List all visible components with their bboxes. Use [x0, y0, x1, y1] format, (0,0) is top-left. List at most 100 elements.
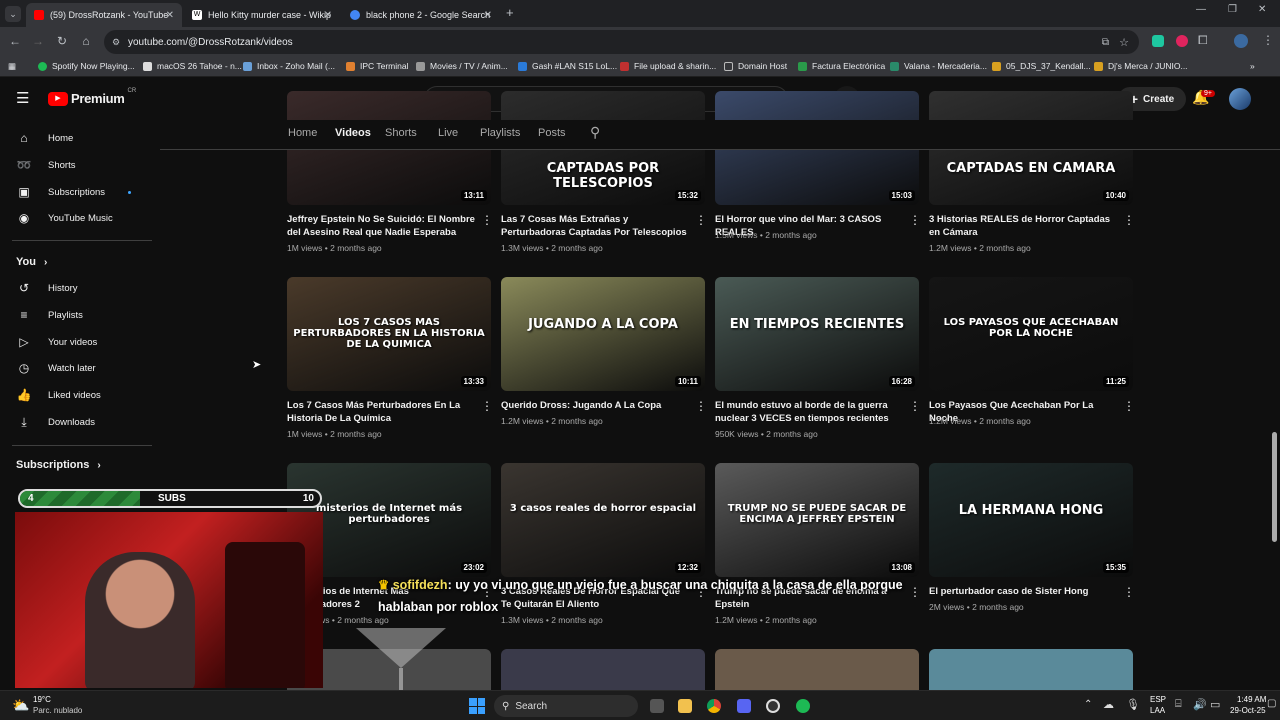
video-thumbnail[interactable]: 3 casos reales de horror espacial 12:32: [501, 463, 705, 577]
search-icon: ⚲: [502, 700, 510, 712]
video-thumbnail[interactable]: JUGANDO A LA COPA 10:11: [501, 277, 705, 391]
subs-goal-bar: 4 SUBS 10: [18, 489, 322, 508]
tab-playlists[interactable]: Playlists: [480, 127, 520, 139]
video-thumbnail[interactable]: TRUMP NO SE PUEDE SACAR DE ENCIMA A JEFF…: [715, 463, 919, 577]
notification-center-icon[interactable]: ▢: [1267, 698, 1276, 709]
thumbnail-text: EN TIEMPOS RECIENTES: [729, 317, 905, 332]
tab-home[interactable]: Home: [288, 127, 317, 139]
more-actions-icon[interactable]: ⋮: [481, 399, 493, 413]
thumbnail-text: LOS 7 CASOS MAS PERTURBADORES EN LA HIST…: [293, 317, 485, 350]
video-title[interactable]: Los 7 Casos Más Perturbadores En La Hist…: [287, 399, 475, 425]
more-actions-icon[interactable]: ⋮: [1123, 585, 1135, 599]
upload-age: 2 months ago: [979, 416, 1031, 426]
spotify-icon[interactable]: [796, 699, 810, 713]
video-meta: 950K views • 2 months ago: [715, 429, 818, 439]
video-title[interactable]: Las 7 Cosas Más Extrañas y Perturbadoras…: [501, 213, 689, 239]
video-card[interactable]: LOS 7 CASOS MAS PERTURBADORES EN LA HIST…: [287, 277, 493, 457]
video-duration: 15:32: [674, 190, 701, 201]
language-top[interactable]: ESP: [1150, 695, 1166, 704]
tab-posts[interactable]: Posts: [538, 127, 566, 139]
video-card[interactable]: CAPTADAS POR TELESCOPIOS 15:32 Las 7 Cosas…: [501, 91, 707, 271]
discord-icon[interactable]: [737, 699, 751, 713]
video-title[interactable]: Querido Dross: Jugando A La Copa: [501, 399, 689, 412]
windows-taskbar: ⛅ 19°C Parc. nublado ⚲ Search ⌃ ☁ 🎙 ESP L…: [0, 690, 1280, 720]
more-actions-icon[interactable]: ⋮: [695, 213, 707, 227]
video-duration: 13:11: [460, 190, 487, 201]
subs-goal-current: 4: [28, 493, 34, 504]
chat-text: : uy yo vi uno que un viejo fue a buscar…: [378, 578, 903, 614]
video-card[interactable]: 13:11 Jeffrey Epstein No Se Suicidó: El N…: [287, 91, 493, 271]
upload-age: 2 months ago: [330, 429, 382, 439]
video-duration: 13:08: [888, 562, 915, 573]
video-meta: 1.2M views • 2 months ago: [501, 416, 603, 426]
view-count: 1.3M views: [501, 243, 544, 253]
volume-icon[interactable]: 🔊: [1193, 698, 1207, 711]
thumbnail-text: LOS PAYASOS QUE ACECHABAN POR LA NOCHE: [943, 317, 1119, 339]
tab-shorts[interactable]: Shorts: [385, 127, 417, 139]
more-actions-icon[interactable]: ⋮: [1123, 213, 1135, 227]
more-actions-icon[interactable]: ⋮: [481, 213, 493, 227]
video-card[interactable]: JUGANDO A LA COPA 10:11 Querido Dross: Jug…: [501, 277, 707, 457]
video-duration: 12:32: [674, 562, 701, 573]
thumbnail-text: TRUMP NO SE PUEDE SACAR DE ENCIMA A JEFF…: [727, 503, 907, 525]
battery-icon[interactable]: ▭: [1210, 698, 1220, 711]
subs-goal-target: 10: [302, 493, 314, 504]
view-count: 1.2M views: [501, 416, 544, 426]
video-title[interactable]: 3 Historias REALES de Horror Captadas en…: [929, 213, 1117, 239]
video-meta: 1.3M views • 2 months ago: [501, 243, 603, 253]
video-card[interactable]: LA HERMANA HONG 15:35 El perturbador caso …: [929, 463, 1135, 643]
thumbnail-text: LA HERMANA HONG: [958, 503, 1104, 518]
video-card[interactable]: CAPTADAS EN CAMARA 10:40 3 Historias REALE…: [929, 91, 1135, 271]
more-actions-icon[interactable]: ⋮: [909, 585, 921, 599]
video-thumbnail[interactable]: [929, 649, 1133, 690]
tray-overflow-icon[interactable]: ⌃: [1084, 699, 1092, 710]
video-card[interactable]: EN TIEMPOS RECIENTES 16:28 El mundo estuvo…: [715, 277, 921, 457]
video-card[interactable]: 15:03 El Horror que vino del Mar: 3 CASOS…: [715, 91, 921, 271]
video-duration: 16:28: [888, 376, 915, 387]
video-title[interactable]: El perturbador caso de Sister Hong: [929, 585, 1117, 598]
weather-icon[interactable]: ⛅: [12, 697, 29, 714]
channel-search-icon[interactable]: ⚲: [590, 124, 600, 141]
more-actions-icon[interactable]: ⋮: [909, 399, 921, 413]
video-meta: 1M views • 2 months ago: [287, 429, 382, 439]
language-bottom: LAA: [1150, 706, 1166, 715]
video-meta: 1.2M views • 2 months ago: [929, 243, 1031, 253]
video-thumbnail[interactable]: EN TIEMPOS RECIENTES 16:28: [715, 277, 919, 391]
weather-desc: Parc. nublado: [33, 706, 83, 715]
taskbar-search[interactable]: ⚲ Search: [494, 695, 638, 717]
page-scrollbar[interactable]: [1272, 432, 1277, 542]
video-thumbnail[interactable]: [501, 649, 705, 690]
onedrive-icon[interactable]: ☁: [1103, 698, 1114, 711]
mic-tray-icon[interactable]: 🎙: [1126, 698, 1140, 711]
task-view-icon[interactable]: [650, 699, 664, 713]
more-actions-icon[interactable]: ⋮: [695, 399, 707, 413]
more-actions-icon[interactable]: ⋮: [909, 213, 921, 227]
video-duration: 13:33: [460, 376, 487, 387]
video-duration: 11:25: [1102, 376, 1129, 387]
video-title[interactable]: Jeffrey Epstein No Se Suicidó: El Nombre…: [287, 213, 475, 239]
network-icon[interactable]: ⌸: [1175, 698, 1182, 711]
file-explorer-icon[interactable]: [678, 699, 692, 713]
video-title[interactable]: El mundo estuvo al borde de la guerra nu…: [715, 399, 903, 425]
chrome-icon[interactable]: [707, 699, 721, 713]
obs-icon[interactable]: [766, 699, 780, 713]
clock-date: 29-Oct-25: [1230, 706, 1266, 715]
weather-temp: 19°C: [33, 695, 51, 704]
video-meta: 1M views • 2 months ago: [287, 243, 382, 253]
upload-age: 2 months ago: [330, 243, 382, 253]
upload-age: 2 months ago: [766, 429, 818, 439]
video-thumbnail[interactable]: LA HERMANA HONG 15:35: [929, 463, 1133, 577]
start-button[interactable]: [469, 698, 485, 714]
video-duration: 10:40: [1102, 190, 1129, 201]
tab-videos[interactable]: Videos: [335, 127, 371, 139]
view-count: 1.2M views: [929, 416, 972, 426]
chat-username: sofifdezh: [392, 578, 448, 592]
tab-live[interactable]: Live: [438, 127, 458, 139]
more-actions-icon[interactable]: ⋮: [1123, 399, 1135, 413]
video-thumbnail[interactable]: [715, 649, 919, 690]
video-card[interactable]: LOS PAYASOS QUE ACECHABAN POR LA NOCHE 11…: [929, 277, 1135, 457]
clock-time[interactable]: 1:49 AM: [1237, 695, 1266, 704]
video-duration: 15:35: [1102, 562, 1129, 573]
video-thumbnail[interactable]: LOS 7 CASOS MAS PERTURBADORES EN LA HIST…: [287, 277, 491, 391]
video-thumbnail[interactable]: LOS PAYASOS QUE ACECHABAN POR LA NOCHE 11…: [929, 277, 1133, 391]
